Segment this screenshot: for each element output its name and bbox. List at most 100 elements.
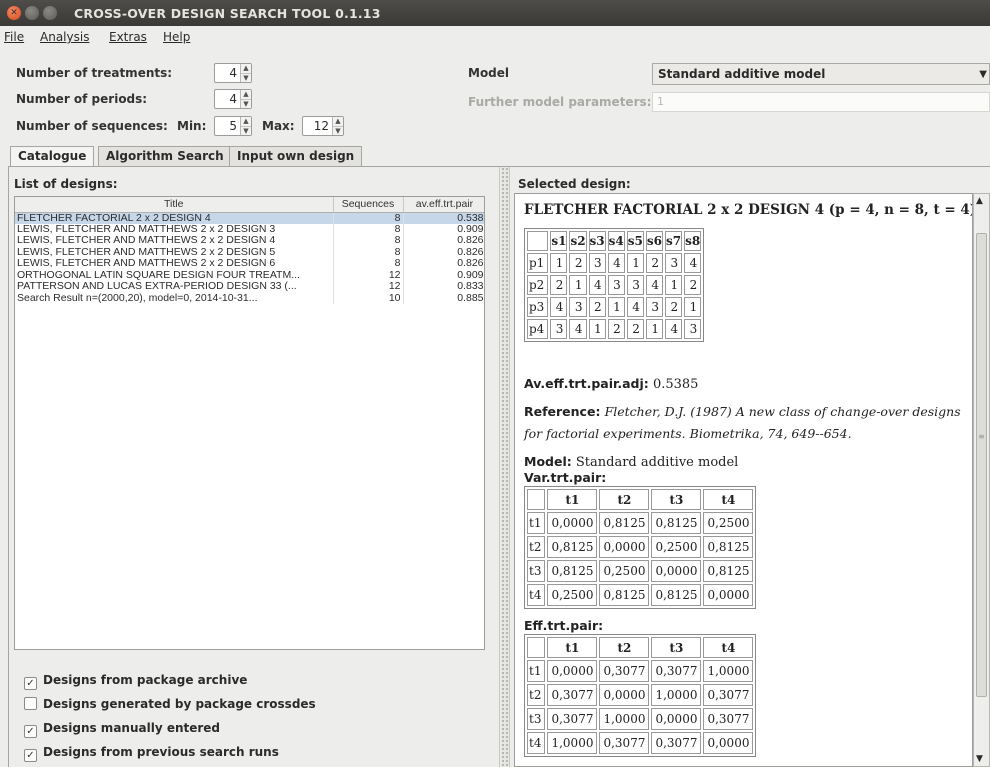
tab-catalogue[interactable]: Catalogue bbox=[10, 146, 95, 168]
sequence-header: s6 bbox=[645, 231, 663, 251]
column-header-efficiency[interactable]: av.eff.trt.pair bbox=[403, 197, 484, 213]
cell: 1,0000 bbox=[599, 708, 650, 730]
spinner-down-icon[interactable]: ▼ bbox=[241, 126, 251, 135]
row-efficiency: 0.909 bbox=[403, 269, 484, 281]
table-row[interactable]: ORTHOGONAL LATIN SQUARE DESIGN FOUR TREA… bbox=[15, 269, 484, 281]
cell: 4 bbox=[588, 275, 606, 295]
spinner-up-icon[interactable]: ▲ bbox=[241, 90, 251, 99]
cell: 2 bbox=[607, 319, 625, 339]
menu-file[interactable]: File bbox=[4, 30, 24, 44]
cell: 1 bbox=[684, 297, 702, 317]
row-efficiency: 0.538 bbox=[403, 212, 484, 224]
reference-text-2: for factorial experiments. Biometrika, 7… bbox=[524, 426, 852, 441]
cell: 3 bbox=[645, 297, 663, 317]
panel-splitter-handle[interactable] bbox=[501, 167, 509, 767]
eff-trt-pair-label: Eff.trt.pair: bbox=[524, 618, 604, 633]
design-details-viewer[interactable]: FLETCHER FACTORIAL 2 x 2 DESIGN 4 (p = 4… bbox=[514, 193, 973, 767]
model-info-value: Standard additive model bbox=[575, 455, 739, 470]
cell: 1 bbox=[550, 253, 568, 273]
table-row[interactable]: LEWIS, FLETCHER AND MATTHEWS 2 x 2 DESIG… bbox=[15, 223, 484, 235]
table-row[interactable]: LEWIS, FLETCHER AND MATTHEWS 2 x 2 DESIG… bbox=[15, 235, 484, 247]
cell: 1,0000 bbox=[547, 732, 598, 754]
reference-line-2: for factorial experiments. Biometrika, 7… bbox=[524, 426, 852, 442]
table-row[interactable]: LEWIS, FLETCHER AND MATTHEWS 2 x 2 DESIG… bbox=[15, 246, 484, 258]
row-efficiency: 0.826 bbox=[403, 258, 484, 270]
cell: 0,8125 bbox=[651, 512, 702, 534]
designs-table[interactable]: Title Sequences av.eff.trt.pair FLETCHER… bbox=[14, 196, 485, 650]
cell: 4 bbox=[664, 319, 683, 339]
treatments-spinner[interactable]: 4 ▲ ▼ bbox=[214, 63, 252, 83]
table-row[interactable]: LEWIS, FLETCHER AND MATTHEWS 2 x 2 DESIG… bbox=[15, 258, 484, 270]
checkbox-check-icon: ✓ bbox=[24, 725, 37, 738]
viewer-scrollbar[interactable]: ▲ ≡ ▼ bbox=[973, 193, 990, 767]
treatment-row-label: t4 bbox=[527, 584, 546, 606]
further-params-input[interactable]: 1 bbox=[652, 92, 990, 112]
grip-icon: ≡ bbox=[978, 432, 985, 441]
spinner-down-icon[interactable]: ▼ bbox=[333, 126, 343, 135]
table-row[interactable]: FLETCHER FACTORIAL 2 x 2 DESIGN 4 8 0.538 bbox=[15, 212, 484, 224]
minimize-window-button[interactable] bbox=[25, 6, 39, 20]
column-header-sequences[interactable]: Sequences bbox=[333, 197, 404, 213]
cell: 0,0000 bbox=[651, 708, 702, 730]
column-header-title[interactable]: Title bbox=[15, 197, 334, 213]
row-title: Search Result n=(2000,20), model=0, 2014… bbox=[15, 292, 334, 304]
spinner-up-icon[interactable]: ▲ bbox=[241, 64, 251, 73]
cell: 2 bbox=[626, 319, 644, 339]
corner-cell bbox=[527, 637, 546, 658]
row-sequences: 12 bbox=[333, 281, 404, 293]
cell: 3 bbox=[664, 253, 683, 273]
cell: 4 bbox=[569, 319, 587, 339]
cell: 0,8125 bbox=[599, 584, 650, 606]
row-sequences: 8 bbox=[333, 212, 404, 224]
model-select[interactable]: Standard additive model ▼ bbox=[652, 63, 990, 85]
spinner-down-icon[interactable]: ▼ bbox=[241, 73, 251, 82]
cell: 1 bbox=[607, 297, 625, 317]
treatment-header: t1 bbox=[547, 489, 598, 510]
min-sequences-spinner[interactable]: 5 ▲ ▼ bbox=[214, 116, 252, 136]
filter-archive-label: Designs from package archive bbox=[43, 673, 248, 687]
cell: 3 bbox=[588, 253, 606, 273]
cell: 0,0000 bbox=[547, 512, 598, 534]
row-sequences: 8 bbox=[333, 258, 404, 270]
treatments-label: Number of treatments: bbox=[16, 66, 173, 80]
scroll-up-icon[interactable]: ▲ bbox=[976, 196, 983, 206]
scroll-down-icon[interactable]: ▼ bbox=[976, 754, 983, 764]
filter-manual-checkbox[interactable]: ✓ Designs manually entered bbox=[24, 721, 220, 738]
tab-algorithm-search[interactable]: Algorithm Search bbox=[98, 146, 232, 167]
table-row[interactable]: Search Result n=(2000,20), model=0, 2014… bbox=[15, 292, 484, 304]
spinner-up-icon[interactable]: ▲ bbox=[333, 117, 343, 126]
maximize-window-button[interactable] bbox=[43, 6, 57, 20]
menu-extras[interactable]: Extras bbox=[109, 30, 147, 44]
close-window-button[interactable]: ✕ bbox=[7, 6, 21, 20]
menu-analysis[interactable]: Analysis bbox=[40, 30, 89, 44]
menu-help[interactable]: Help bbox=[163, 30, 190, 44]
eff-trt-pair-heading: Eff.trt.pair: bbox=[524, 618, 603, 634]
max-sequences-spinner[interactable]: 12 ▲ ▼ bbox=[302, 116, 344, 136]
treatment-header: t3 bbox=[651, 637, 702, 658]
periods-spinner[interactable]: 4 ▲ ▼ bbox=[214, 89, 252, 109]
checkbox-check-icon bbox=[24, 697, 37, 710]
tab-input-own-design[interactable]: Input own design bbox=[229, 146, 363, 167]
cell: 0,3077 bbox=[599, 732, 650, 754]
spinner-up-icon[interactable]: ▲ bbox=[241, 117, 251, 126]
row-title: LEWIS, FLETCHER AND MATTHEWS 2 x 2 DESIG… bbox=[15, 223, 334, 235]
spinner-down-icon[interactable]: ▼ bbox=[241, 99, 251, 108]
filter-archive-checkbox[interactable]: ✓ Designs from package archive bbox=[24, 673, 247, 690]
menu-file-label: File bbox=[4, 30, 25, 44]
selected-design-heading: Selected design: bbox=[518, 177, 631, 191]
filter-previous-checkbox[interactable]: ✓ Designs from previous search runs bbox=[24, 745, 279, 762]
sequence-header: s5 bbox=[626, 231, 644, 251]
table-row[interactable]: PATTERSON AND LUCAS EXTRA-PERIOD DESIGN … bbox=[15, 281, 484, 293]
scrollbar-thumb[interactable] bbox=[976, 233, 987, 697]
chevron-down-icon: ▼ bbox=[979, 69, 987, 80]
cell: 0,3077 bbox=[599, 660, 650, 682]
av-eff-label: Av.eff.trt.pair.adj: bbox=[524, 376, 649, 391]
treatment-header: t1 bbox=[547, 637, 598, 658]
model-selected-value: Standard additive model bbox=[658, 67, 826, 81]
reference-line: Reference: Fletcher, D.J. (1987) A new c… bbox=[524, 404, 961, 420]
sequence-header: s2 bbox=[569, 231, 587, 251]
filter-generated-checkbox[interactable]: Designs generated by package crossdes bbox=[24, 697, 316, 711]
cell: 0,0000 bbox=[703, 584, 754, 606]
cell: 2 bbox=[588, 297, 606, 317]
reference-label: Reference: bbox=[524, 404, 601, 419]
